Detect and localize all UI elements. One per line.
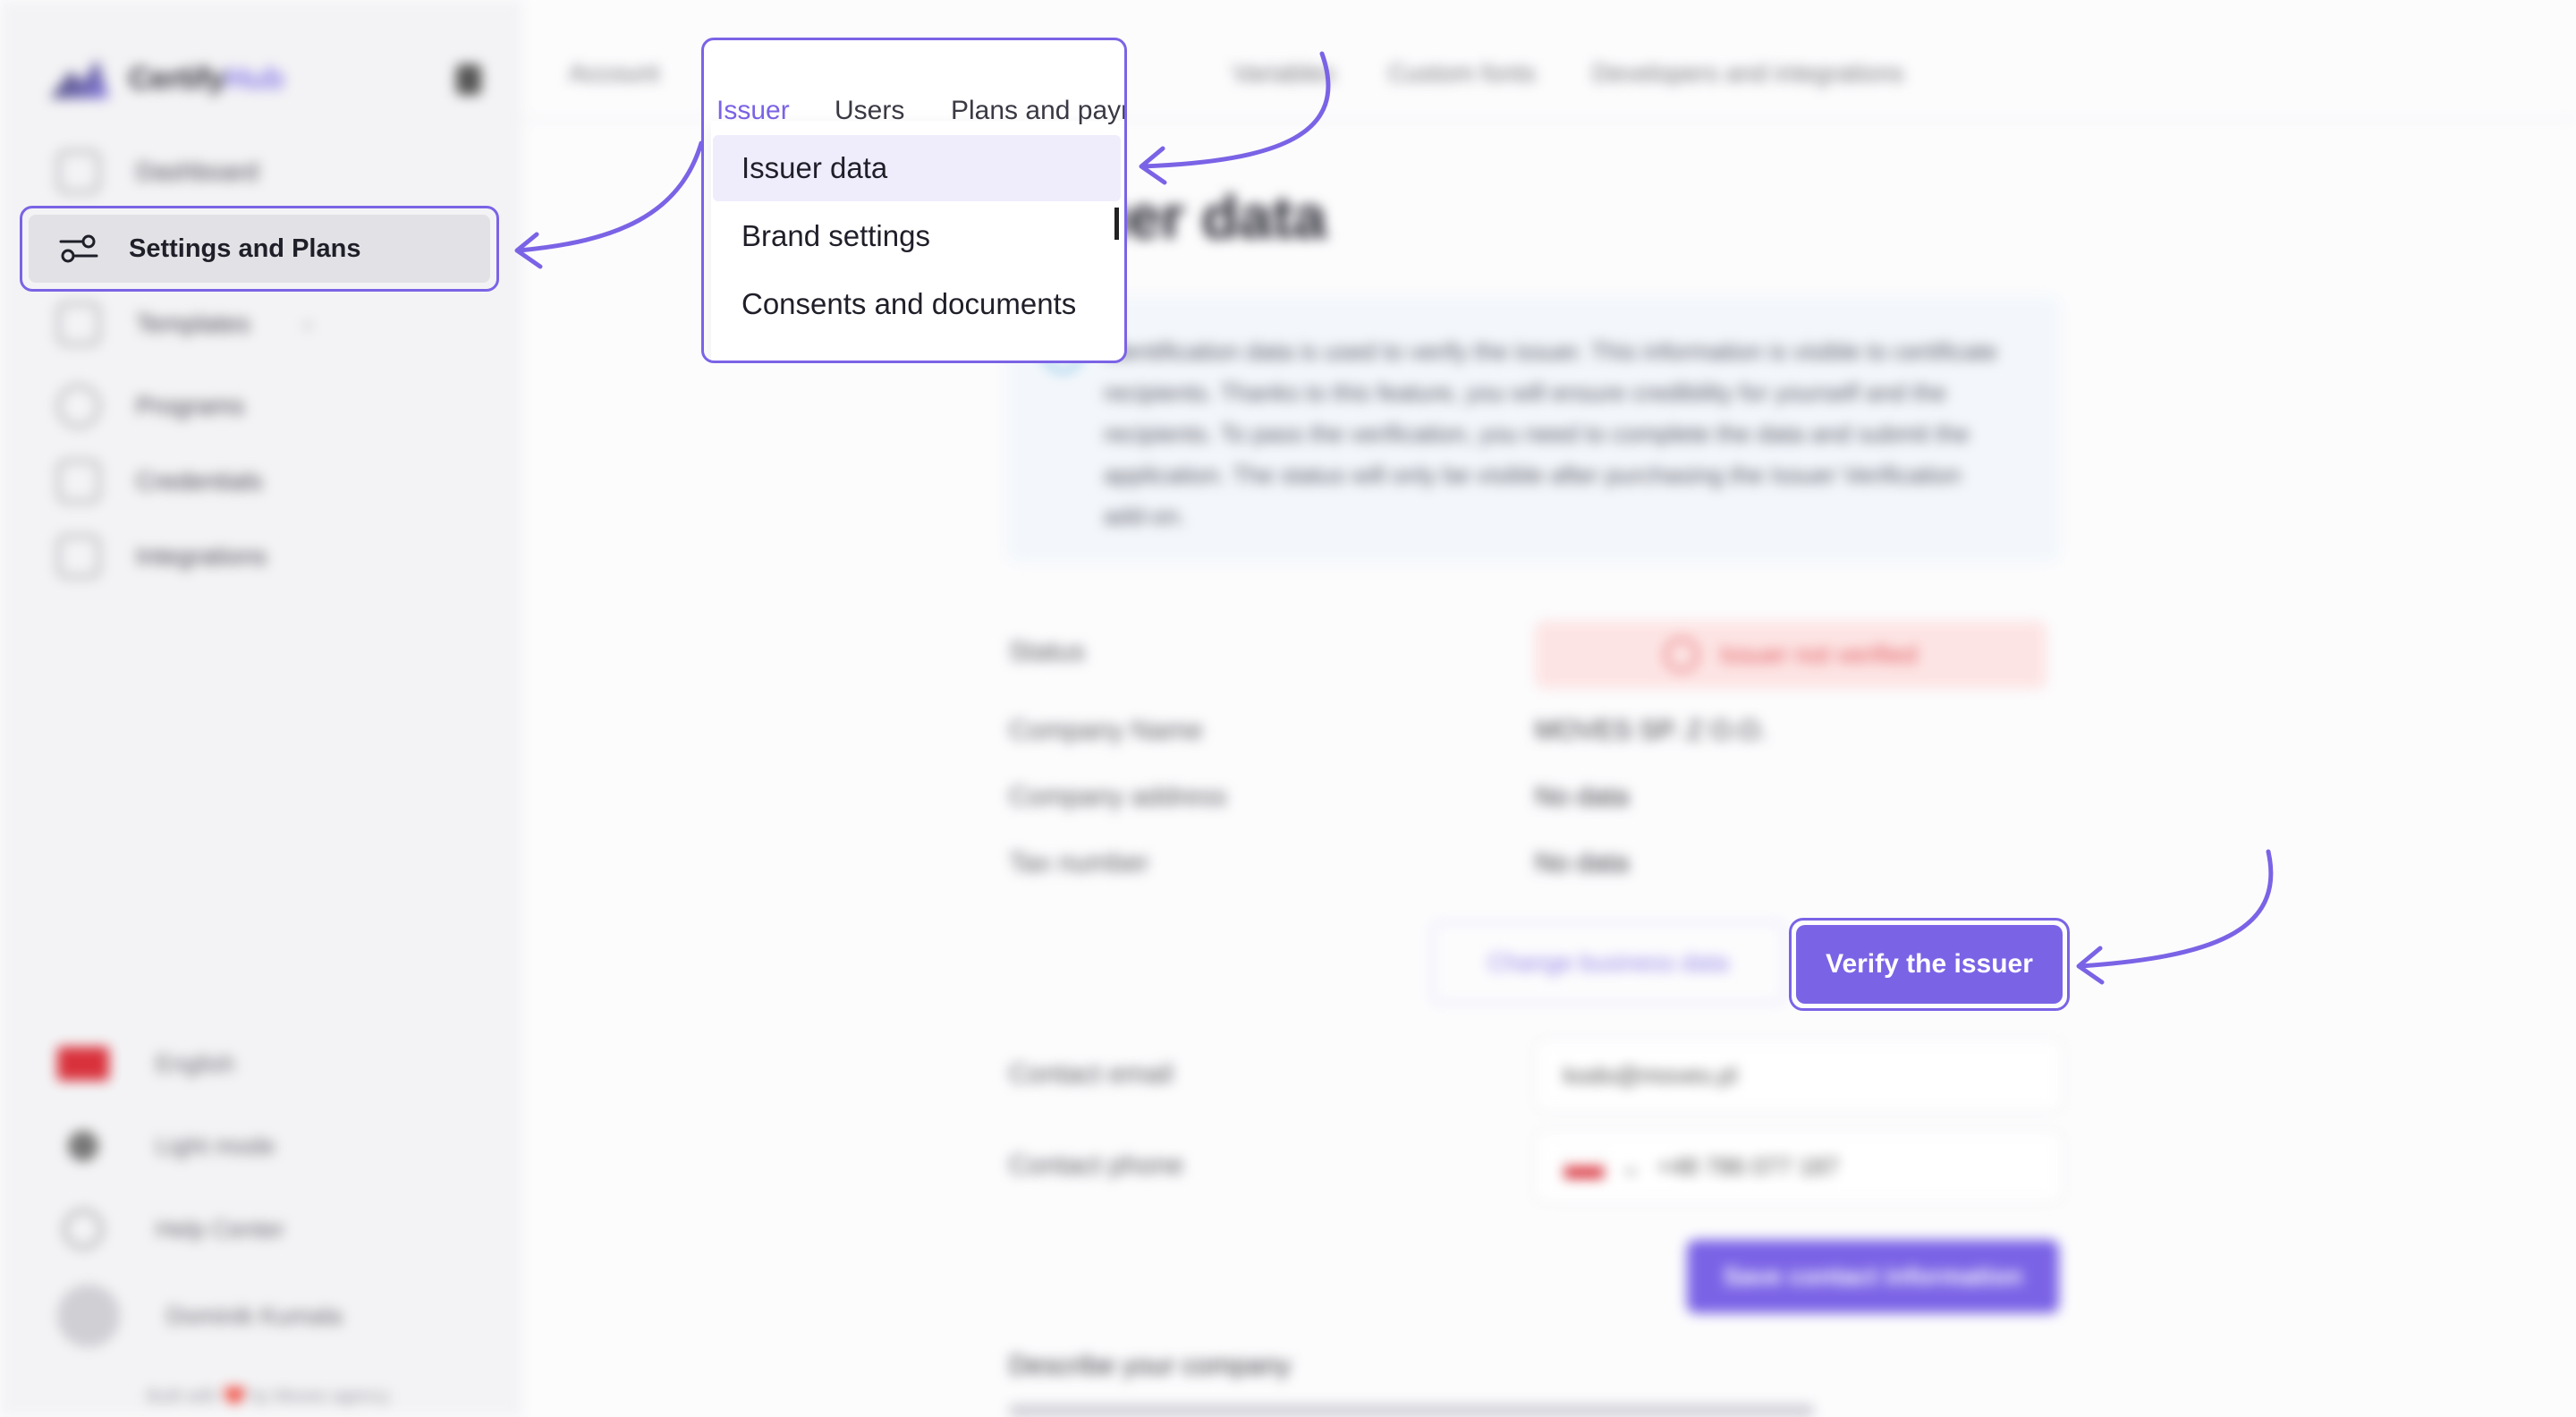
arrow-to-settings [516, 140, 704, 253]
arrow-to-verify [2078, 849, 2274, 969]
annotation-arrows [514, 51, 2274, 985]
arrow-to-issuer-data [1140, 51, 1331, 169]
